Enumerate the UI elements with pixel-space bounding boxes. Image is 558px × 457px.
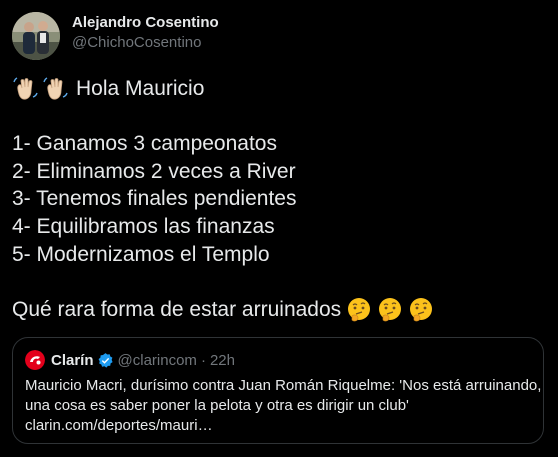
- author-name[interactable]: Alejandro Cosentino: [72, 14, 219, 32]
- list-item: 3- Tenemos finales pendientes: [12, 187, 297, 211]
- quoted-tweet[interactable]: Clarín @clarincom · 22h Mauricio Macri, …: [12, 337, 544, 444]
- quoted-tweet-header: Clarín @clarincom · 22h: [25, 350, 235, 370]
- waving-hand-icon: [43, 77, 68, 100]
- closing-line: Qué rara forma de estar arruinados: [12, 296, 548, 324]
- thinking-face-icon: [410, 297, 433, 321]
- list-item: 1- Ganamos 3 campeonatos: [12, 132, 277, 156]
- greeting-text: Hola Mauricio: [76, 77, 205, 100]
- avatar-photo: [12, 12, 60, 60]
- list-item: 4- Equilibramos las finanzas: [12, 214, 275, 238]
- quoted-tweet-text: Mauricio Macri, durísimo contra Juan Rom…: [25, 376, 542, 436]
- closing-text: Qué rara forma de estar arruinados: [12, 297, 342, 321]
- verified-badge-icon: [98, 352, 113, 368]
- quoted-link[interactable]: clarin.com/deportes/mauri…: [25, 416, 533, 436]
- quoted-author-handle[interactable]: @clarincom: [118, 352, 197, 369]
- quoted-author-name[interactable]: Clarín: [51, 352, 94, 369]
- thinking-face-icon: [379, 297, 402, 321]
- thinking-face-icon: [348, 297, 371, 321]
- clarin-logo-icon[interactable]: [25, 350, 45, 370]
- separator-dot: ·: [200, 351, 206, 369]
- list-item: 2- Eliminamos 2 veces a River: [12, 159, 296, 183]
- tweet-text: Hola Mauricio 1- Ganamos 3 campeonatos 2…: [12, 75, 548, 323]
- list-item: 5- Modernizamos el Templo: [12, 242, 270, 266]
- author-info: Alejandro Cosentino @ChichoCosentino: [72, 14, 219, 52]
- greeting-line: Hola Mauricio: [12, 75, 548, 103]
- author-avatar[interactable]: [12, 12, 60, 60]
- quoted-timestamp[interactable]: 22h: [210, 352, 235, 369]
- quoted-text-line: una cosa es saber poner la pelota y otra…: [25, 397, 409, 414]
- quoted-text-line: Mauricio Macri, durísimo contra Juan Rom…: [25, 377, 542, 394]
- author-handle[interactable]: @ChichoCosentino: [72, 34, 219, 52]
- waving-hand-icon: [13, 77, 38, 100]
